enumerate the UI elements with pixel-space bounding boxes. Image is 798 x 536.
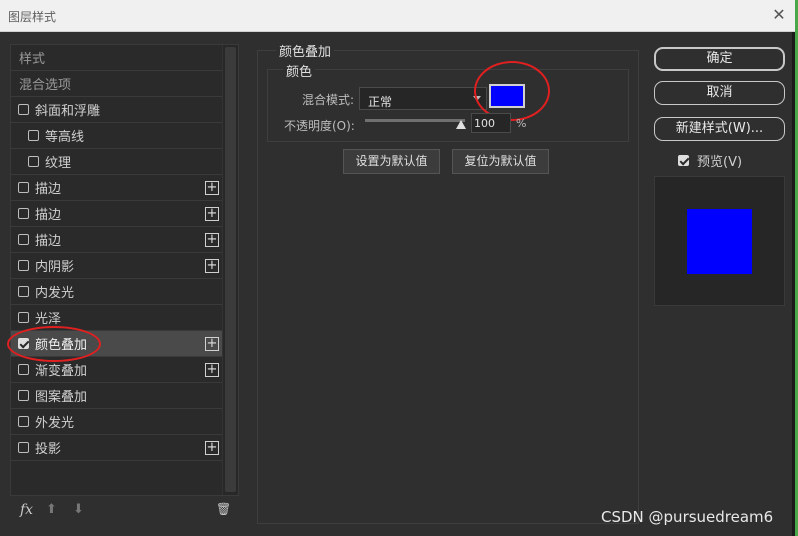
blend-options-item[interactable]: 混合选项 [11,71,223,97]
style-item[interactable]: 描边 + [11,227,223,253]
style-item[interactable]: 等高线 [11,123,223,149]
reset-default-button[interactable]: 复位为默认值 [452,149,549,174]
style-item-label: 颜色叠加 [35,338,88,353]
style-item[interactable]: 光泽 [11,305,223,331]
style-item[interactable]: 颜色叠加 + [11,331,223,357]
styles-scrollbar[interactable] [222,45,238,495]
preview-thumbnail [687,209,752,274]
add-effect-icon[interactable]: + [205,233,219,247]
style-item-checkbox[interactable] [18,208,29,219]
style-item-label: 等高线 [45,130,85,145]
style-item[interactable]: 描边 + [11,201,223,227]
style-item-label: 描边 [35,208,62,223]
style-item-checkbox[interactable] [28,156,39,167]
style-item[interactable]: 图案叠加 [11,383,223,409]
style-item-checkbox[interactable] [28,130,39,141]
dialog-title: 图层样式 [8,10,57,24]
style-item-checkbox[interactable] [18,390,29,401]
styles-toolbar: fx ⬆ ⬇ 🗑 [10,500,239,524]
style-item[interactable]: 渐变叠加 + [11,357,223,383]
style-item-checkbox[interactable] [18,312,29,323]
add-effect-icon[interactable]: + [205,207,219,221]
color-overlay-title: 颜色叠加 [276,41,335,60]
style-item[interactable]: 外发光 [11,409,223,435]
style-item-label: 投影 [35,442,62,457]
style-item[interactable]: 投影 + [11,435,223,461]
set-default-button[interactable]: 设置为默认值 [343,149,440,174]
style-item-checkbox[interactable] [18,338,29,349]
overlay-color-swatch[interactable] [489,84,525,108]
style-item[interactable]: 内发光 [11,279,223,305]
style-item-label: 描边 [35,182,62,197]
dialog-titlebar: 图层样式 ✕ [0,0,798,32]
add-effect-icon[interactable]: + [205,181,219,195]
preview-checkbox[interactable]: 预览(V) [678,151,742,170]
style-item[interactable]: 描边 + [11,175,223,201]
blend-mode-label: 混合模式: [302,93,355,107]
opacity-input[interactable]: 100 [471,113,511,133]
layer-style-dialog: 样式 混合选项 斜面和浮雕 等高线 纹理 描边 + 描边 + 描边 + 内阴影 + 内发光 光泽 颜色叠加… [0,32,792,536]
style-item-checkbox[interactable] [18,416,29,427]
style-item[interactable]: 斜面和浮雕 [11,97,223,123]
style-item-label: 内发光 [35,286,75,301]
blend-options-label: 混合选项 [19,78,72,93]
style-item-label: 外发光 [35,416,75,431]
style-item-label: 内阴影 [35,260,75,275]
blend-mode-select[interactable]: 正常 [359,87,487,110]
scrollbar-thumb[interactable] [225,47,236,492]
style-item-label: 描边 [35,234,62,249]
trash-icon[interactable]: 🗑 [216,502,231,516]
window-edge-shadow [792,32,795,536]
style-item-checkbox[interactable] [18,260,29,271]
styles-list-panel: 样式 混合选项 斜面和浮雕等高线纹理描边 + 描边 + 描边 + 内阴影 + 内发光光泽颜色叠加… [10,44,239,496]
preview-checkbox-box[interactable] [678,155,689,166]
styles-header[interactable]: 样式 [11,45,223,71]
opacity-label: 不透明度(O): [284,119,355,133]
cancel-button[interactable]: 取消 [654,81,785,105]
style-item-checkbox[interactable] [18,442,29,453]
opacity-slider[interactable] [365,119,465,122]
move-down-icon[interactable]: ⬇ [73,502,84,517]
style-item-label: 光泽 [35,312,62,327]
ok-button[interactable]: 确定 [654,47,785,71]
fx-icon[interactable]: fx [20,502,33,518]
add-effect-icon[interactable]: + [205,259,219,273]
move-up-icon[interactable]: ⬆ [46,502,57,517]
style-item-checkbox[interactable] [18,286,29,297]
style-item-label: 斜面和浮雕 [35,104,101,119]
styles-header-label: 样式 [19,52,46,67]
watermark: CSDN @pursuedream6 [601,508,774,526]
opacity-unit: % [516,117,527,130]
style-item-label: 纹理 [45,156,72,171]
preview-label: 预览(V) [697,155,743,170]
preview-panel [654,176,785,306]
style-item[interactable]: 纹理 [11,149,223,175]
add-effect-icon[interactable]: + [205,363,219,377]
style-item-checkbox[interactable] [18,104,29,115]
style-item-checkbox[interactable] [18,364,29,375]
chevron-down-icon [473,96,481,101]
style-item-checkbox[interactable] [18,182,29,193]
close-icon[interactable]: ✕ [770,6,788,24]
style-item-label: 渐变叠加 [35,364,88,379]
blend-mode-value: 正常 [368,95,393,109]
style-item[interactable]: 内阴影 + [11,253,223,279]
add-effect-icon[interactable]: + [205,441,219,455]
opacity-slider-handle[interactable] [456,120,466,129]
style-item-label: 图案叠加 [35,390,88,405]
style-item-checkbox[interactable] [18,234,29,245]
add-effect-icon[interactable]: + [205,337,219,351]
new-style-button[interactable]: 新建样式(W)... [654,117,785,141]
color-subgroup-title: 颜色 [283,61,316,80]
